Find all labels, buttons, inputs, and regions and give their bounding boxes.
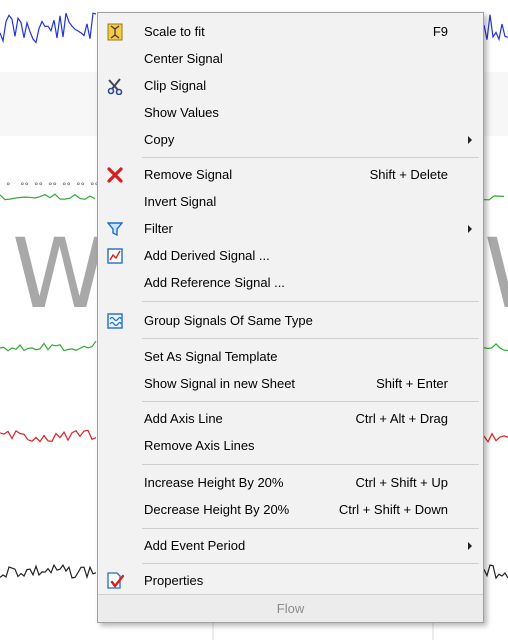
menu-item-label: Add Reference Signal ... — [144, 275, 285, 290]
submenu-arrow-icon — [468, 135, 472, 144]
menu-item-show-values[interactable]: Show Values — [98, 99, 483, 126]
scale-to-fit-icon — [106, 23, 124, 41]
event-marker-glyph: °° — [62, 182, 71, 192]
menu-item-increase-height[interactable]: Increase Height By 20% Ctrl + Shift + Up — [98, 469, 483, 496]
scissors-icon — [106, 77, 124, 95]
menu-item-label: Copy — [144, 132, 175, 147]
menu-item-filter[interactable]: Filter — [98, 215, 483, 242]
menu-item-properties[interactable]: Properties — [98, 567, 483, 594]
menu-item-remove-axis-lines[interactable]: Remove Axis Lines — [98, 432, 483, 459]
menu-item-add-reference-signal[interactable]: Add Reference Signal ... — [98, 269, 483, 296]
menu-item-set-as-signal-template[interactable]: Set As Signal Template — [98, 343, 483, 370]
menu-item-label: Scale to fit — [144, 24, 205, 39]
menu-item-label: Set As Signal Template — [144, 349, 278, 364]
menu-item-label: Filter — [144, 221, 173, 236]
signal-context-menu: Scale to fit F9 Center Signal Clip Signa… — [97, 12, 484, 623]
menu-separator — [142, 401, 479, 402]
menu-item-invert-signal[interactable]: Invert Signal — [98, 188, 483, 215]
menu-item-label: Decrease Height By 20% — [144, 502, 290, 517]
properties-icon — [106, 571, 124, 590]
menu-item-label: Add Event Period — [144, 538, 246, 553]
menu-item-center-signal[interactable]: Center Signal — [98, 45, 483, 72]
event-marker-glyph: °° — [34, 182, 43, 192]
menu-item-copy[interactable]: Copy — [98, 126, 483, 153]
menu-item-label: Invert Signal — [144, 194, 217, 209]
menu-separator — [142, 563, 479, 564]
menu-item-label: Clip Signal — [144, 78, 207, 93]
derived-signal-icon — [106, 247, 124, 265]
menu-separator — [142, 528, 479, 529]
event-marker-glyph: °° — [20, 182, 29, 192]
menu-item-shortcut: Shift + Delete — [369, 167, 448, 182]
menu-item-shortcut: Ctrl + Alt + Drag — [355, 411, 448, 426]
menu-item-decrease-height[interactable]: Decrease Height By 20% Ctrl + Shift + Do… — [98, 496, 483, 523]
remove-x-icon — [106, 166, 124, 184]
menu-item-scale-to-fit[interactable]: Scale to fit F9 — [98, 18, 483, 45]
menu-item-shortcut: Shift + Enter — [376, 376, 448, 391]
menu-item-label: Add Axis Line — [144, 411, 223, 426]
event-marker-glyph: ° — [6, 182, 11, 192]
menu-item-label: Add Derived Signal ... — [144, 248, 270, 263]
submenu-arrow-icon — [468, 541, 472, 550]
submenu-arrow-icon — [468, 224, 472, 233]
menu-item-label: Increase Height By 20% — [144, 475, 284, 490]
group-signals-icon — [106, 312, 124, 330]
menu-item-clip-signal[interactable]: Clip Signal — [98, 72, 483, 99]
menu-item-add-event-period[interactable]: Add Event Period — [98, 532, 483, 559]
menu-item-show-signal-in-new-sheet[interactable]: Show Signal in new Sheet Shift + Enter — [98, 370, 483, 397]
menu-item-label: Show Signal in new Sheet — [144, 376, 296, 391]
menu-footer-flow: Flow — [98, 594, 483, 622]
menu-item-add-axis-line[interactable]: Add Axis Line Ctrl + Alt + Drag — [98, 405, 483, 432]
filter-funnel-icon — [106, 220, 124, 238]
background-letter-right: W — [484, 226, 508, 322]
menu-item-label: Remove Axis Lines — [144, 438, 255, 453]
menu-separator — [142, 338, 479, 339]
background-letter-left: W — [12, 218, 107, 330]
menu-item-shortcut: Ctrl + Shift + Up — [355, 475, 448, 490]
menu-separator — [142, 464, 479, 465]
menu-item-group-signals[interactable]: Group Signals Of Same Type — [98, 307, 483, 334]
menu-item-label: Remove Signal — [144, 167, 233, 182]
menu-item-remove-signal[interactable]: Remove Signal Shift + Delete — [98, 161, 483, 188]
event-marker-glyph: °° — [48, 182, 57, 192]
menu-separator — [142, 157, 479, 158]
menu-item-add-derived-signal[interactable]: Add Derived Signal ... — [98, 242, 483, 269]
menu-item-shortcut: Ctrl + Shift + Down — [338, 502, 448, 517]
event-marker-glyph: °° — [76, 182, 85, 192]
menu-item-shortcut: F9 — [432, 24, 448, 39]
menu-item-label: Show Values — [144, 105, 219, 120]
menu-separator — [142, 301, 479, 302]
menu-item-label: Properties — [144, 573, 204, 588]
menu-item-label: Center Signal — [144, 51, 223, 66]
menu-item-label: Group Signals Of Same Type — [144, 313, 313, 328]
